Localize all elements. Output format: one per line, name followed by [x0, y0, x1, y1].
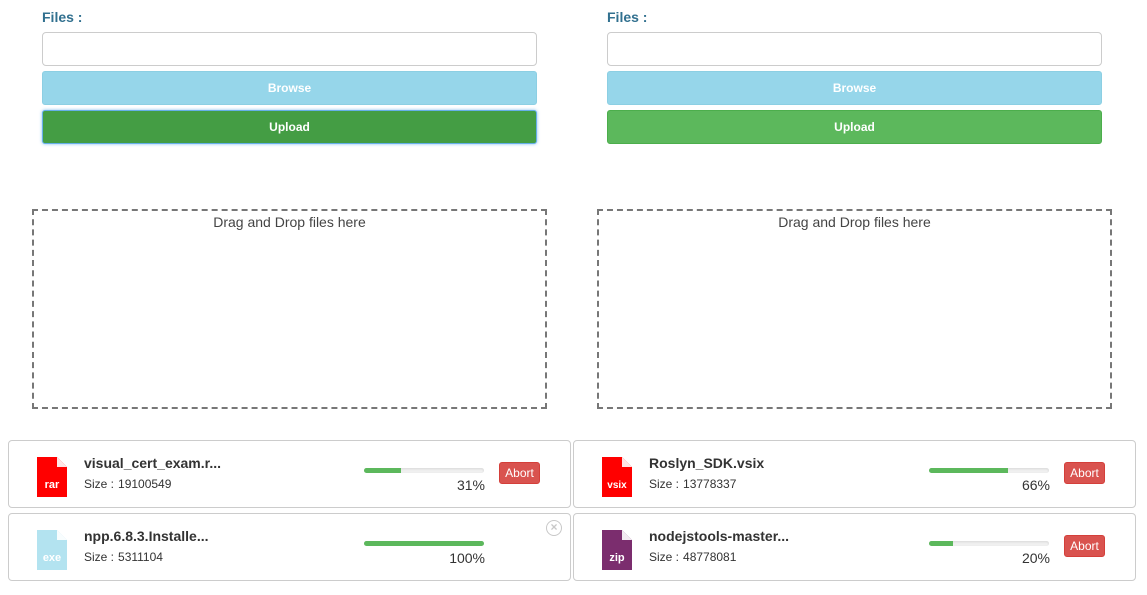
dropzone-text: Drag and Drop files here	[778, 214, 931, 230]
abort-button[interactable]: Abort	[1064, 535, 1105, 557]
file-type-icon: rar	[37, 457, 67, 497]
file-size: Size :19100549	[84, 477, 171, 491]
abort-button[interactable]: Abort	[1064, 462, 1105, 484]
progress-fill	[364, 541, 484, 546]
file-type-icon: exe	[37, 530, 67, 570]
dropzone-text: Drag and Drop files here	[213, 214, 366, 230]
size-label: Size :	[649, 550, 680, 564]
file-ext-label: zip	[609, 552, 625, 564]
file-ext-label: rar	[45, 479, 60, 491]
progress-percent: 66%	[1021, 477, 1050, 493]
progress-fill	[929, 468, 1009, 473]
file-type-icon: zip	[602, 530, 632, 570]
file-card: rar visual_cert_exam.r... Size :19100549…	[8, 440, 571, 508]
file-card: vsix Roslyn_SDK.vsix Size :13778337 66% …	[573, 440, 1136, 508]
progress-percent: 31%	[456, 477, 485, 493]
progress-bar	[929, 541, 1049, 546]
upload-button[interactable]: Upload	[607, 110, 1102, 144]
progress-percent: 100%	[449, 550, 485, 566]
size-value: 48778081	[683, 550, 737, 564]
dropzone-left[interactable]: Drag and Drop files here	[32, 209, 547, 409]
file-ext-label: vsix	[607, 480, 627, 491]
upload-button[interactable]: Upload	[42, 110, 537, 144]
size-value: 13778337	[683, 477, 737, 491]
file-name: visual_cert_exam.r...	[84, 455, 221, 471]
size-value: 19100549	[118, 477, 172, 491]
file-name: npp.6.8.3.Installe...	[84, 528, 209, 544]
progress-fill	[364, 468, 402, 473]
close-icon[interactable]: ×	[546, 520, 562, 536]
size-value: 5311104	[118, 550, 163, 564]
progress-bar	[364, 468, 484, 473]
file-card: zip nodejstools-master... Size :48778081…	[573, 513, 1136, 581]
progress-bar	[364, 541, 484, 546]
file-input[interactable]	[607, 32, 1102, 66]
file-size: Size :5311104	[84, 550, 163, 564]
file-ext-label: exe	[43, 552, 61, 564]
file-card: exe npp.6.8.3.Installe... Size :5311104 …	[8, 513, 571, 581]
browse-button[interactable]: Browse	[607, 71, 1102, 105]
abort-button[interactable]: Abort	[499, 462, 540, 484]
file-name: Roslyn_SDK.vsix	[649, 455, 765, 471]
size-label: Size :	[649, 477, 680, 491]
files-label: Files :	[607, 9, 648, 25]
progress-fill	[929, 541, 953, 546]
file-input[interactable]	[42, 32, 537, 66]
file-name: nodejstools-master...	[649, 528, 790, 544]
files-label: Files :	[42, 9, 83, 25]
file-type-icon: vsix	[602, 457, 632, 497]
browse-button[interactable]: Browse	[42, 71, 537, 105]
progress-percent: 20%	[1021, 550, 1050, 566]
dropzone-right[interactable]: Drag and Drop files here	[597, 209, 1112, 409]
file-size: Size :48778081	[649, 550, 736, 564]
size-label: Size :	[84, 477, 115, 491]
file-size: Size :13778337	[649, 477, 736, 491]
size-label: Size :	[84, 550, 115, 564]
progress-bar	[929, 468, 1049, 473]
